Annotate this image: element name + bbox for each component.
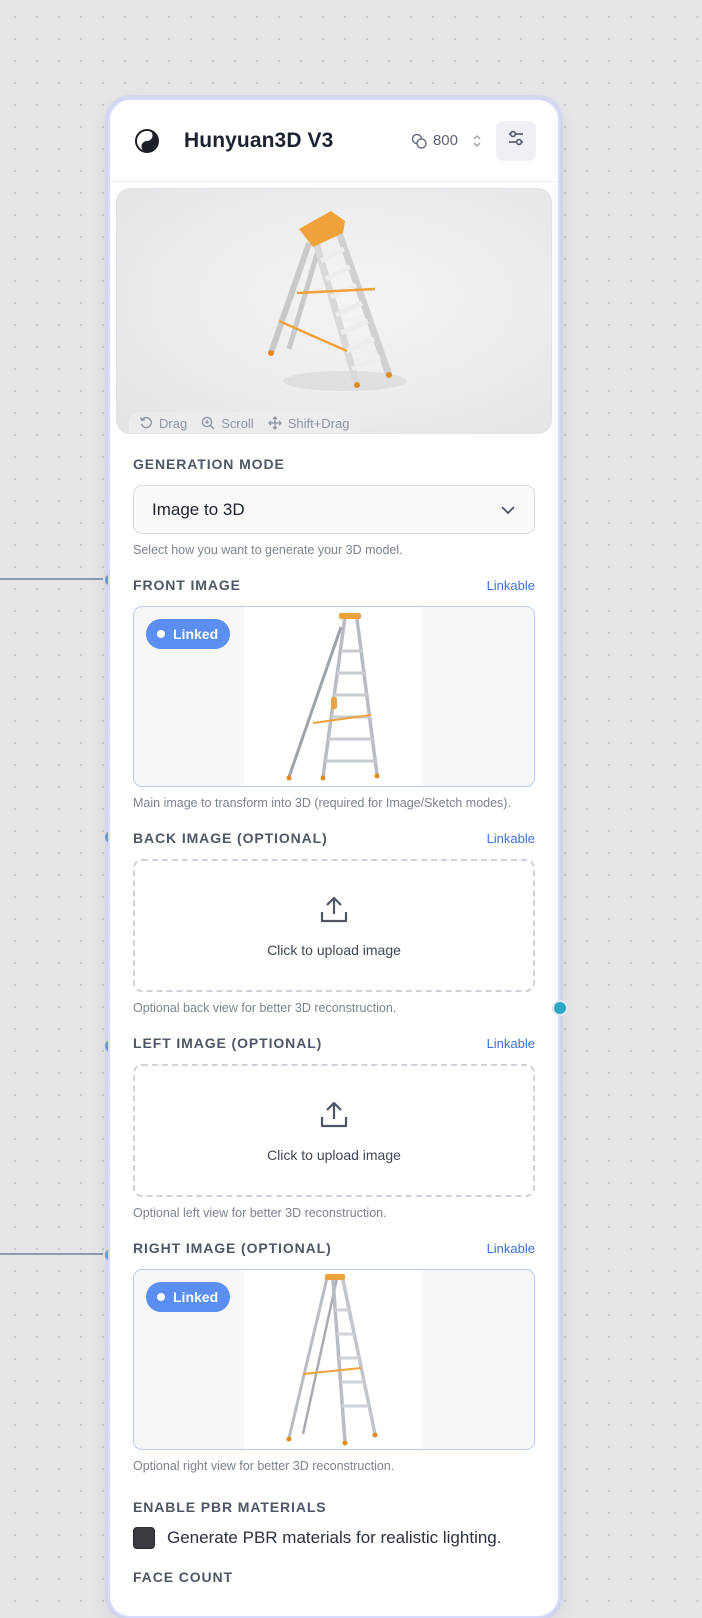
back-image-label: BACK IMAGE (OPTIONAL) xyxy=(133,830,328,846)
upload-icon xyxy=(318,894,350,931)
input-connection-wire xyxy=(0,1253,112,1255)
coins-icon xyxy=(411,133,427,149)
chevron-down-icon xyxy=(500,500,516,520)
front-image-linkable-link[interactable]: Linkable xyxy=(487,578,535,593)
hint-shift-drag: Shift+Drag xyxy=(267,415,350,431)
node-header[interactable]: Hunyuan3D V3 800 xyxy=(110,100,558,182)
settings-button[interactable] xyxy=(496,120,536,161)
generation-mode-section: GENERATION MODE Image to 3D Select how y… xyxy=(110,454,558,557)
hunyuan3d-node[interactable]: Hunyuan3D V3 800 Drag Scroll Shift+Drag … xyxy=(108,98,560,1618)
rotate-icon xyxy=(139,416,152,429)
back-image-section: BACK IMAGE (OPTIONAL) Linkable Click to … xyxy=(110,828,558,1015)
hint-label: Drag xyxy=(159,415,188,431)
generation-mode-select[interactable]: Image to 3D xyxy=(133,485,535,534)
left-image-upload-dropzone[interactable]: Click to upload image xyxy=(133,1064,535,1197)
left-image-label: LEFT IMAGE (OPTIONAL) xyxy=(133,1035,323,1051)
move-icon xyxy=(267,416,282,430)
sliders-icon xyxy=(506,128,526,153)
face-count-label: FACE COUNT xyxy=(133,1569,233,1585)
right-image-linkable-link[interactable]: Linkable xyxy=(487,1241,535,1256)
left-image-linkable-link[interactable]: Linkable xyxy=(487,1036,535,1051)
linked-badge-label: Linked xyxy=(173,626,219,642)
linked-dot-icon xyxy=(157,1293,165,1301)
generation-mode-value: Image to 3D xyxy=(152,499,245,519)
upload-text: Click to upload image xyxy=(267,941,401,958)
back-image-linkable-link[interactable]: Linkable xyxy=(487,831,535,846)
right-image-section: RIGHT IMAGE (OPTIONAL) Linkable Linked O… xyxy=(110,1238,558,1473)
hint-label: Shift+Drag xyxy=(287,415,350,431)
hunyuan-logo-icon xyxy=(134,128,160,154)
back-image-upload-dropzone[interactable]: Click to upload image xyxy=(133,859,535,992)
pbr-checkbox[interactable] xyxy=(133,1527,155,1549)
pbr-checkbox-row[interactable]: Generate PBR materials for realistic lig… xyxy=(133,1527,535,1549)
linked-dot-icon xyxy=(157,630,165,638)
model-3d-preview[interactable]: Drag Scroll Shift+Drag xyxy=(116,188,552,434)
pbr-label: ENABLE PBR MATERIALS xyxy=(133,1499,327,1515)
front-image-thumbnail xyxy=(244,607,422,786)
model-output-port[interactable] xyxy=(552,1000,568,1016)
linked-badge: Linked xyxy=(146,619,231,649)
pbr-checkbox-label[interactable]: Generate PBR materials for realistic lig… xyxy=(167,1528,501,1548)
front-image-help: Main image to transform into 3D (require… xyxy=(133,796,511,810)
pbr-section: ENABLE PBR MATERIALS Generate PBR materi… xyxy=(110,1497,558,1549)
back-image-help: Optional back view for better 3D reconst… xyxy=(133,1001,397,1015)
viewer-controls-hint: Drag Scroll Shift+Drag xyxy=(129,412,360,433)
hint-drag: Drag xyxy=(139,416,187,431)
generation-mode-label: GENERATION MODE xyxy=(133,456,285,472)
right-image-dropzone[interactable]: Linked xyxy=(133,1269,535,1450)
linked-badge-label: Linked xyxy=(173,1289,219,1305)
linked-badge: Linked xyxy=(146,1282,231,1312)
left-image-help: Optional left view for better 3D reconst… xyxy=(133,1206,387,1220)
generation-mode-help: Select how you want to generate your 3D … xyxy=(133,543,403,557)
input-connection-wire xyxy=(0,578,112,580)
front-image-section: FRONT IMAGE Linkable Linked Main image t… xyxy=(110,575,558,810)
chevron-up-down-icon[interactable] xyxy=(472,134,482,148)
node-title: Hunyuan3D V3 xyxy=(184,128,334,152)
zoom-icon xyxy=(201,416,215,430)
hint-scroll: Scroll xyxy=(201,416,254,431)
upload-text: Click to upload image xyxy=(267,1146,401,1163)
front-image-label: FRONT IMAGE xyxy=(133,577,241,593)
left-image-section: LEFT IMAGE (OPTIONAL) Linkable Click to … xyxy=(110,1033,558,1220)
hint-label: Scroll xyxy=(221,415,254,431)
ladder-3d-model xyxy=(257,203,417,408)
face-count-section: FACE COUNT xyxy=(110,1567,558,1587)
right-image-label: RIGHT IMAGE (OPTIONAL) xyxy=(133,1240,332,1256)
upload-icon xyxy=(318,1099,350,1136)
credit-cost[interactable]: 800 xyxy=(411,132,482,149)
credit-amount: 800 xyxy=(432,132,458,149)
front-image-dropzone[interactable]: Linked xyxy=(133,606,535,787)
right-image-help: Optional right view for better 3D recons… xyxy=(133,1459,395,1473)
right-image-thumbnail xyxy=(244,1270,422,1449)
